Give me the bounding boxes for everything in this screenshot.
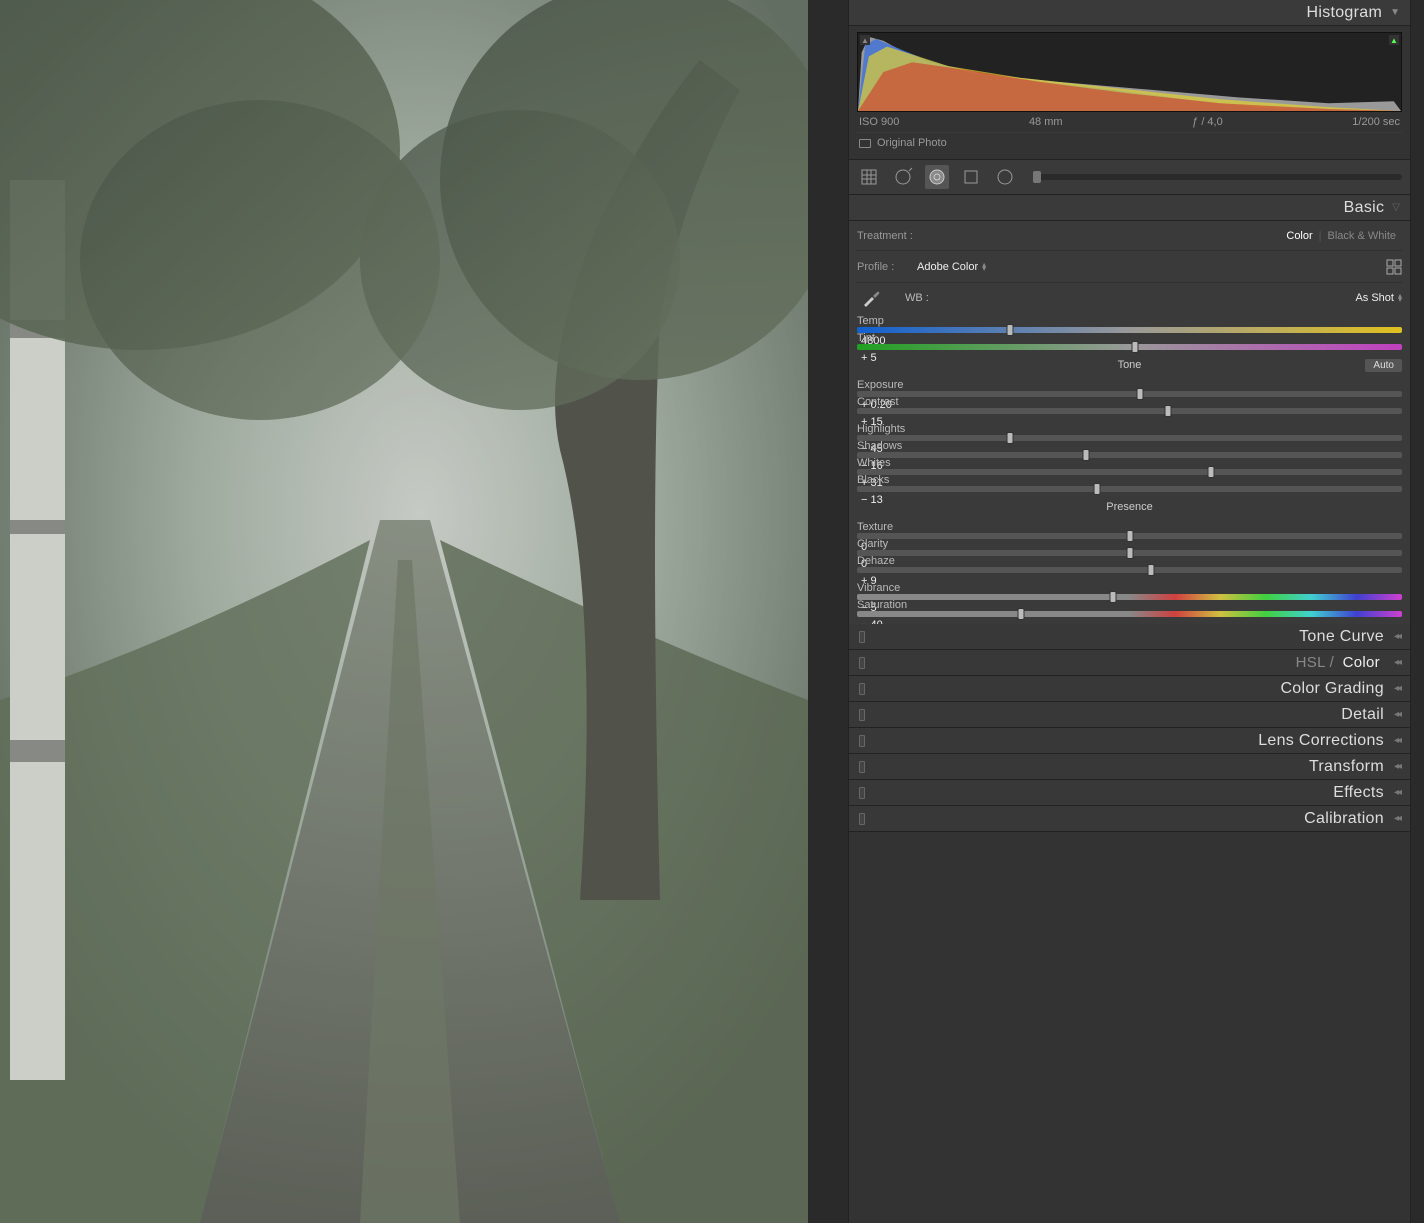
- exif-iso: ISO 900: [859, 116, 899, 128]
- panel-switch-icon[interactable]: [859, 813, 865, 825]
- panel-scrollbar[interactable]: [1410, 0, 1424, 1223]
- treatment-label: Treatment :: [857, 230, 913, 242]
- chevron-down-icon: ▼: [1390, 7, 1400, 18]
- chevron-left-icon: ◂◂: [1394, 683, 1400, 694]
- local-adjustment-toolstrip: [849, 159, 1410, 195]
- vibrance-slider[interactable]: Vibrance − 5: [857, 580, 1402, 597]
- exif-row: ISO 900 48 mm ƒ / 4,0 1/200 sec: [857, 112, 1402, 130]
- tonecurve-header[interactable]: Tone Curve ◂◂: [849, 624, 1410, 650]
- panel-switch-icon[interactable]: [859, 657, 865, 669]
- crop-tool[interactable]: [857, 165, 881, 189]
- chevron-down-icon: ▽: [1392, 202, 1400, 213]
- sidebar-gutter: [808, 0, 848, 1223]
- colorgrading-header[interactable]: Color Grading ◂◂: [849, 676, 1410, 702]
- exif-shutter: 1/200 sec: [1352, 116, 1400, 128]
- exif-aperture: ƒ / 4,0: [1192, 116, 1223, 128]
- profile-label: Profile :: [857, 261, 917, 273]
- profile-value[interactable]: Adobe Color: [917, 261, 978, 273]
- exposure-slider[interactable]: Exposure + 0,20: [857, 377, 1402, 394]
- panel-switch-icon[interactable]: [859, 735, 865, 747]
- highlights-slider[interactable]: Highlights − 45: [857, 421, 1402, 438]
- chevron-left-icon: ◂◂: [1394, 813, 1400, 824]
- wb-label: WB :: [905, 292, 929, 304]
- wb-value[interactable]: As Shot: [1355, 292, 1394, 304]
- chevron-left-icon: ◂◂: [1394, 709, 1400, 720]
- profile-browser-icon[interactable]: [1386, 259, 1402, 275]
- effects-header[interactable]: Effects ◂◂: [849, 780, 1410, 806]
- spot-removal-tool[interactable]: [891, 165, 915, 189]
- original-photo-icon: [859, 139, 871, 148]
- lens-header[interactable]: Lens Corrections ◂◂: [849, 728, 1410, 754]
- panel-switch-icon[interactable]: [859, 709, 865, 721]
- chevron-left-icon: ◂◂: [1394, 735, 1400, 746]
- basic-body: Treatment : Color | Black & White Profil…: [849, 221, 1410, 624]
- temp-slider[interactable]: Temp 4800: [857, 313, 1402, 330]
- radial-filter-tool[interactable]: [993, 165, 1017, 189]
- panel-switch-icon[interactable]: [859, 631, 865, 643]
- histogram-body: ▲ ▲ ISO 900 48 mm ƒ / 4,0 1/200 sec Orig…: [849, 26, 1410, 159]
- histogram-header[interactable]: Histogram ▼: [849, 0, 1410, 26]
- transform-header[interactable]: Transform ◂◂: [849, 754, 1410, 780]
- panel-switch-icon[interactable]: [859, 787, 865, 799]
- basic-header[interactable]: Basic ▽: [849, 195, 1410, 221]
- original-photo-label: Original Photo: [877, 137, 947, 149]
- chevron-left-icon: ◂◂: [1394, 631, 1400, 642]
- tone-subheader: Tone Auto: [857, 353, 1402, 377]
- updown-icon[interactable]: ▴▾: [1398, 294, 1402, 302]
- histogram-graph[interactable]: ▲ ▲: [857, 32, 1402, 112]
- treatment-bw[interactable]: Black & White: [1322, 230, 1402, 242]
- shadow-clip-indicator[interactable]: ▲: [860, 35, 870, 45]
- slider-knob[interactable]: [1033, 171, 1041, 183]
- treatment-row: Treatment : Color | Black & White: [857, 221, 1402, 251]
- detail-header[interactable]: Detail ◂◂: [849, 702, 1410, 728]
- chevron-left-icon: ◂◂: [1394, 787, 1400, 798]
- updown-icon[interactable]: ▴▾: [982, 263, 986, 271]
- exif-focal: 48 mm: [1029, 116, 1063, 128]
- histogram-title: Histogram: [1306, 4, 1382, 22]
- develop-panels: Histogram ▼ ▲ ▲ ISO 900 48 mm ƒ / 4,0 1/…: [848, 0, 1410, 1223]
- image-preview[interactable]: [0, 0, 808, 1223]
- texture-slider[interactable]: Texture 0: [857, 519, 1402, 536]
- calibration-header[interactable]: Calibration ◂◂: [849, 806, 1410, 832]
- presence-subheader: Presence: [857, 495, 1402, 519]
- auto-tone-button[interactable]: Auto: [1365, 359, 1402, 372]
- graduated-filter-tool[interactable]: [959, 165, 983, 189]
- basic-title: Basic: [1344, 199, 1385, 217]
- chevron-left-icon: ◂◂: [1394, 657, 1400, 668]
- profile-row: Profile : Adobe Color ▴▾: [857, 251, 1402, 283]
- treatment-color[interactable]: Color: [1280, 230, 1318, 242]
- eyedropper-tool[interactable]: [857, 284, 885, 312]
- original-photo-row[interactable]: Original Photo: [857, 132, 1402, 155]
- mask-amount-slider[interactable]: [1033, 174, 1402, 180]
- chevron-left-icon: ◂◂: [1394, 761, 1400, 772]
- highlight-clip-indicator[interactable]: ▲: [1389, 35, 1399, 45]
- panel-switch-icon[interactable]: [859, 761, 865, 773]
- panel-switch-icon[interactable]: [859, 683, 865, 695]
- redeye-tool[interactable]: [925, 165, 949, 189]
- wb-row: WB : As Shot ▴▾: [857, 283, 1402, 313]
- hsl-header[interactable]: HSL / Color ◂◂: [849, 650, 1410, 676]
